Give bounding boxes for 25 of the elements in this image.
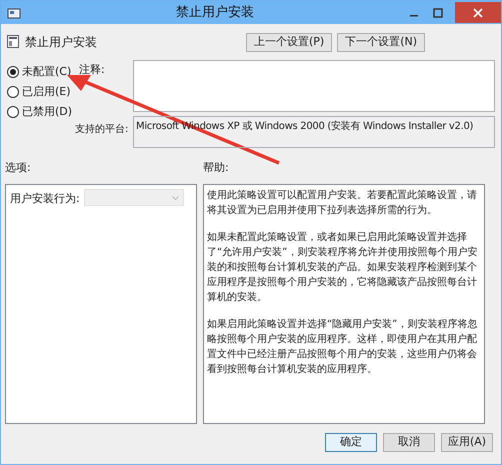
- help-paragraph: 如果启用此策略设置并选择“隐藏用户安装”，则安装程序将忽略按照每个用户安装的应用程序。这样，即使用户在其用户配置文件中已经注册产品按照每个用户的安装，这些用户仍将会看到按照每台计算机安装的应用程序。: [207, 318, 478, 377]
- dialog-button[interactable]: 取消: [383, 433, 435, 452]
- field-label: 用户安装行为:: [10, 191, 80, 207]
- comment-field[interactable]: [133, 60, 495, 112]
- close-icon: [473, 8, 483, 18]
- dialog-button[interactable]: 应用(A): [441, 433, 493, 452]
- radio-option[interactable]: 已禁用(D): [7, 103, 72, 121]
- help-paragraph: 使用此策略设置可以配置用户安装。若要配置此策略设置，请将其设置为已启用并使用下拉列表选择所需的行为。: [207, 188, 478, 218]
- nav-button[interactable]: 上一个设置(P): [246, 33, 332, 52]
- help-label: 帮助:: [203, 160, 229, 176]
- help-paragraph: 如果未配置此策略设置，或者如果已启用此策略设置并选择了“允许用户安装”，则安装程序将允许并使用按照每个用户安装的和按照每台计算机安装的产品。如果安装程序检测到某个应用程序是按照每个用户安装的，它将隐藏该产品按照每台计算机的安装。: [207, 230, 478, 305]
- maximize-icon[interactable]: [433, 8, 443, 18]
- nav-button[interactable]: 下一个设置(N): [337, 33, 425, 52]
- policy-name: 禁止用户安装: [25, 34, 97, 51]
- dialog-button[interactable]: 确定: [325, 433, 377, 452]
- caret-icon: [172, 196, 179, 200]
- close-button[interactable]: [455, 2, 501, 23]
- radio-option[interactable]: 未配置(C): [7, 63, 72, 81]
- platform-label: 支持的平台:: [75, 122, 130, 137]
- policy-icon: [7, 35, 19, 48]
- comment-label: 注释:: [78, 62, 106, 78]
- radio-option[interactable]: 已启用(E): [7, 83, 71, 101]
- options-label: 选项:: [5, 160, 32, 176]
- app-icon: [7, 6, 21, 18]
- window-title: 禁止用户安装: [175, 4, 255, 22]
